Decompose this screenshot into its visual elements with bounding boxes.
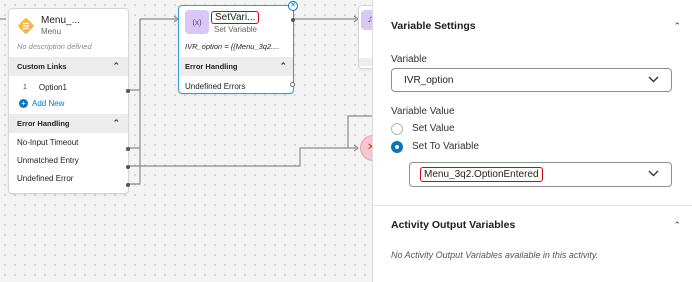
variable-value-label: Variable Value	[391, 106, 455, 117]
error-row-undefined: Undefined Error	[17, 173, 74, 183]
chevron-down-icon	[648, 169, 659, 180]
menu-node-title: Menu_...	[41, 15, 80, 26]
variable-select-value: IVR_option	[404, 74, 454, 86]
menu-node[interactable]: Menu_... Menu No description defined Cus…	[8, 8, 130, 194]
add-circle-icon: +	[19, 99, 28, 108]
next-node-section-bar	[359, 58, 372, 66]
set-value-radio[interactable]	[391, 123, 403, 135]
variable-label: Variable	[391, 54, 427, 65]
variable-settings-title: Variable Settings	[391, 20, 476, 32]
radio-dot	[395, 145, 399, 149]
menu-error-handling-title: Error Handling	[17, 119, 70, 128]
music-note-icon: ♫	[361, 10, 372, 30]
set-to-variable-label: Set To Variable	[412, 141, 479, 152]
option-index: 1	[23, 84, 27, 91]
option-row: 1 Option1	[9, 76, 128, 97]
chevron-down-icon	[648, 75, 659, 86]
option-label: Option1	[38, 83, 67, 92]
custom-links-header[interactable]: Custom Links ⌃	[9, 57, 128, 76]
chevron-up-icon: ⌃	[112, 61, 120, 71]
set-variable-out-port[interactable]	[291, 18, 295, 22]
set-variable-node[interactable]: (x) SetVari... Set Variable IVR_option =…	[178, 1, 298, 94]
set-variable-error-port[interactable]	[290, 82, 295, 87]
error-row-unmatched: Unmatched Entry	[17, 155, 79, 165]
activity-output-title: Activity Output Variables	[391, 219, 516, 231]
section-divider	[373, 205, 692, 206]
set-variable-subtitle: Set Variable	[214, 25, 257, 34]
unmatched-port[interactable]	[126, 165, 130, 169]
chevron-up-icon: ⌃	[112, 118, 120, 128]
set-variable-error-header[interactable]: Error Handling ⌃	[179, 57, 293, 76]
flow-canvas[interactable]: Menu_... Menu No description defined Cus…	[0, 0, 372, 282]
add-new-label: Add New	[32, 99, 65, 108]
activity-output-empty-message: No Activity Output Variables available i…	[391, 250, 599, 260]
menu-icon	[17, 17, 35, 35]
chevron-up-icon: ⌃	[673, 20, 681, 31]
set-to-variable-radio[interactable]	[391, 141, 403, 153]
menu-node-subtitle: Menu	[41, 27, 62, 36]
set-to-variable-select-value: Menu_3q2.OptionEntered	[420, 167, 543, 182]
error-row-no-input: No-Input Timeout	[17, 137, 79, 147]
variable-select[interactable]: IVR_option	[391, 68, 672, 92]
chevron-up-icon: ⌃	[673, 219, 681, 230]
activity-output-header[interactable]: Activity Output Variables ⌃	[391, 219, 681, 231]
variable-settings-header[interactable]: Variable Settings ⌃	[391, 20, 681, 32]
undefined-error-port[interactable]	[126, 183, 130, 187]
set-to-variable-select[interactable]: Menu_3q2.OptionEntered	[409, 162, 672, 187]
add-new-link[interactable]: + Add New	[9, 97, 128, 114]
chevron-up-icon: ⌃	[279, 61, 287, 71]
close-icon[interactable]: ✕	[288, 1, 298, 11]
no-input-port[interactable]	[126, 147, 130, 151]
custom-links-title: Custom Links	[17, 62, 67, 71]
set-variable-expression: IVR_option = {{Menu_3q2....	[185, 42, 280, 51]
variable-icon: (x)	[185, 10, 209, 34]
menu-error-handling-header[interactable]: Error Handling ⌃	[9, 114, 128, 133]
set-variable-error-row: Undefined Errors	[185, 82, 246, 91]
set-value-label: Set Value	[412, 123, 455, 134]
settings-panel: Variable Settings ⌃ Variable IVR_option …	[372, 0, 692, 282]
menu-node-header: Menu_... Menu	[9, 9, 128, 40]
set-variable-title: SetVari...	[211, 11, 260, 24]
set-variable-error-title: Error Handling	[185, 62, 238, 71]
option1-port[interactable]	[126, 89, 130, 93]
next-node-partial[interactable]: ♫	[358, 5, 372, 69]
menu-node-description: No description defined	[17, 42, 92, 51]
set-variable-header: (x) SetVari... Set Variable	[179, 6, 293, 36]
